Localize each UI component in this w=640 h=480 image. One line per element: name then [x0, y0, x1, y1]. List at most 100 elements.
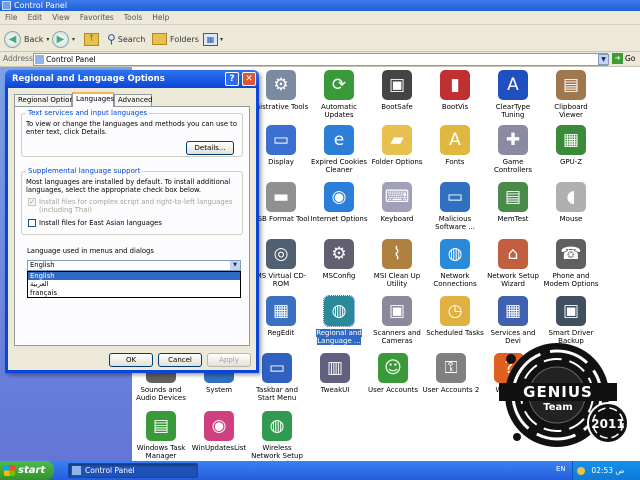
east-asian-checkbox[interactable]: Install files for East Asian languages — [28, 219, 162, 227]
control-panel-item[interactable]: ◖ Mouse — [542, 182, 600, 223]
control-panel-item[interactable]: ▭ Display — [252, 125, 310, 166]
help-button[interactable]: ? — [225, 72, 239, 86]
dialog-titlebar[interactable]: Regional and Language Options ? ✕ — [5, 70, 259, 88]
search-label: Search — [117, 34, 146, 44]
control-panel-item[interactable]: ◉ WinUpdatesList — [190, 411, 248, 452]
go-arrow-icon: ➔ — [612, 53, 623, 64]
control-panel-item[interactable]: ⚿ User Accounts 2 — [422, 353, 480, 394]
control-panel-item[interactable]: ▤ MemTest — [484, 182, 542, 223]
control-panel-item-label: USB Format Tool — [252, 215, 310, 223]
bootsafe-icon: ▣ — [382, 70, 412, 100]
menu-view[interactable]: View — [47, 11, 75, 25]
search-button[interactable]: ⚲ Search — [107, 29, 145, 49]
window-titlebar[interactable]: Control Panel — [0, 0, 640, 11]
control-panel-item-label: System — [205, 386, 233, 394]
control-panel-item[interactable]: ⚙ inistrative Tools — [252, 70, 310, 111]
control-panel-item[interactable]: ⌨ Keyboard — [368, 182, 426, 223]
admin-tools-icon: ⚙ — [266, 70, 296, 100]
control-panel-item[interactable]: ◷ Scheduled Tasks — [426, 296, 484, 337]
views-button[interactable]: ▦ ▾ — [203, 29, 223, 49]
fonts-icon: A — [440, 125, 470, 155]
option-english[interactable]: English — [28, 272, 240, 281]
menu-edit[interactable]: Edit — [23, 11, 48, 25]
tray-network-icon[interactable] — [577, 467, 585, 475]
control-panel-item[interactable]: ▮ BootVis — [426, 70, 484, 111]
bootvis-icon: ▮ — [440, 70, 470, 100]
menu-file[interactable]: File — [0, 11, 23, 25]
control-panel-item[interactable]: ▦ RegEdit — [252, 296, 310, 337]
address-input[interactable]: Control Panel — [33, 53, 608, 66]
control-panel-item-label: Folder Options — [371, 158, 423, 166]
control-panel-item[interactable]: ▤ Windows Task Manager — [132, 411, 190, 460]
back-button[interactable]: ◀ Back ▾ — [4, 29, 49, 49]
tab-regional-options[interactable]: Regional Options — [14, 94, 77, 106]
details-button[interactable]: Details... — [186, 141, 234, 155]
control-panel-item[interactable]: ▣ Scanners and Cameras — [368, 296, 426, 345]
go-button[interactable]: ➔ Go — [612, 53, 635, 64]
control-panel-item[interactable]: ⌂ Network Setup Wizard — [484, 239, 542, 288]
control-panel-item[interactable]: ◍Wireless Network Setup Wizard — [248, 411, 306, 468]
option-french[interactable]: français — [28, 289, 240, 297]
control-panel-item[interactable]: ⚙ MSConfig — [310, 239, 368, 280]
forward-arrow-icon: ▶ — [52, 30, 69, 48]
cancel-button[interactable]: Cancel — [158, 353, 202, 367]
menu-language-select[interactable]: English ▼ — [27, 260, 241, 271]
chevron-down-icon[interactable]: ▼ — [230, 261, 240, 270]
control-panel-item-label: Fonts — [445, 158, 465, 166]
folders-label: Folders — [170, 34, 199, 44]
up-folder-button[interactable]: ↑ — [84, 29, 99, 49]
control-panel-item[interactable]: ▰ Folder Options — [368, 125, 426, 166]
control-panel-item[interactable]: ⟳ Automatic Updates — [310, 70, 368, 119]
keyboard-icon: ⌨ — [382, 182, 412, 212]
control-panel-item[interactable]: ☎ Phone and Modem Options — [542, 239, 600, 288]
control-panel-item-label: Regional and Language ... — [316, 329, 362, 345]
control-panel-item[interactable]: ⌇ MSI Clean Up Utility — [368, 239, 426, 288]
taskbar-control-panel[interactable]: Control Panel — [68, 463, 198, 478]
control-panel-item-label: Phone and Modem Options — [543, 272, 599, 288]
control-panel-item[interactable]: ▣ BootSafe — [368, 70, 426, 111]
control-panel-item[interactable]: ◍ Regional and Language ... — [310, 295, 368, 345]
control-panel-item[interactable]: A ClearType Tuning — [484, 70, 542, 119]
control-panel-item-label: TweakUI — [320, 386, 350, 394]
network-icon: ◍ — [440, 239, 470, 269]
tab-languages[interactable]: Languages — [72, 92, 114, 107]
back-label: Back — [24, 34, 44, 44]
ok-button[interactable]: OK — [109, 353, 153, 367]
control-panel-item[interactable]: ◍ Network Connections — [426, 239, 484, 288]
folders-button[interactable]: Folders — [152, 29, 199, 49]
control-panel-item[interactable]: A Fonts — [426, 125, 484, 166]
mouse-icon: ◖ — [556, 182, 586, 212]
control-panel-item[interactable]: ◉ Internet Options — [310, 182, 368, 223]
control-panel-item-label: Taskbar and Start Menu — [255, 386, 299, 402]
control-panel-item[interactable]: ▤ Clipboard Viewer — [542, 70, 600, 119]
address-dropdown-icon[interactable]: ▼ — [598, 54, 609, 65]
menu-tools[interactable]: Tools — [119, 11, 147, 25]
tab-advanced[interactable]: Advanced — [114, 94, 153, 106]
complex-script-checkbox[interactable]: ✓ Install files for complex script and r… — [28, 198, 239, 214]
control-panel-item-label: MSI Clean Up Utility — [373, 272, 421, 288]
control-panel-item-label: Windows Task Manager — [136, 444, 186, 460]
control-panel-item[interactable]: ▦ GPU-Z — [542, 125, 600, 166]
control-panel-item[interactable]: ✚ Game Controllers — [484, 125, 542, 174]
start-button[interactable]: start — [0, 461, 54, 480]
forward-button[interactable]: ▶ ▾ — [52, 29, 75, 49]
language-indicator[interactable]: EN — [556, 465, 566, 473]
close-button[interactable]: ✕ — [242, 72, 256, 86]
control-panel-icon — [2, 1, 11, 10]
control-panel-item[interactable]: ▬ USB Format Tool — [252, 182, 310, 223]
east-asian-box — [28, 219, 36, 227]
toolbar: ◀ Back ▾ ▶ ▾ ↑ ⚲ Search Folders ▦ ▾ — [0, 25, 640, 52]
clock[interactable]: 02:53 ص — [591, 466, 624, 475]
control-panel-item[interactable]: ◎ MS Virtual CD-ROM — [252, 239, 310, 288]
go-label: Go — [625, 54, 636, 63]
menu-favorites[interactable]: Favorites — [75, 11, 119, 25]
control-panel-item-label: Automatic Updates — [321, 103, 357, 119]
control-panel-item[interactable]: ▭ Malicious Software ... — [426, 182, 484, 231]
text-services-desc: To view or change the languages and meth… — [26, 120, 238, 136]
menu-help[interactable]: Help — [147, 11, 174, 25]
control-panel-item[interactable]: ▥ TweakUI — [306, 353, 364, 394]
option-arabic[interactable]: العربية — [28, 280, 240, 288]
apply-button[interactable]: Apply — [207, 353, 251, 367]
control-panel-item[interactable]: ☺ User Accounts — [364, 353, 422, 394]
control-panel-item[interactable]: e Expired Cookies Cleaner — [310, 125, 368, 174]
